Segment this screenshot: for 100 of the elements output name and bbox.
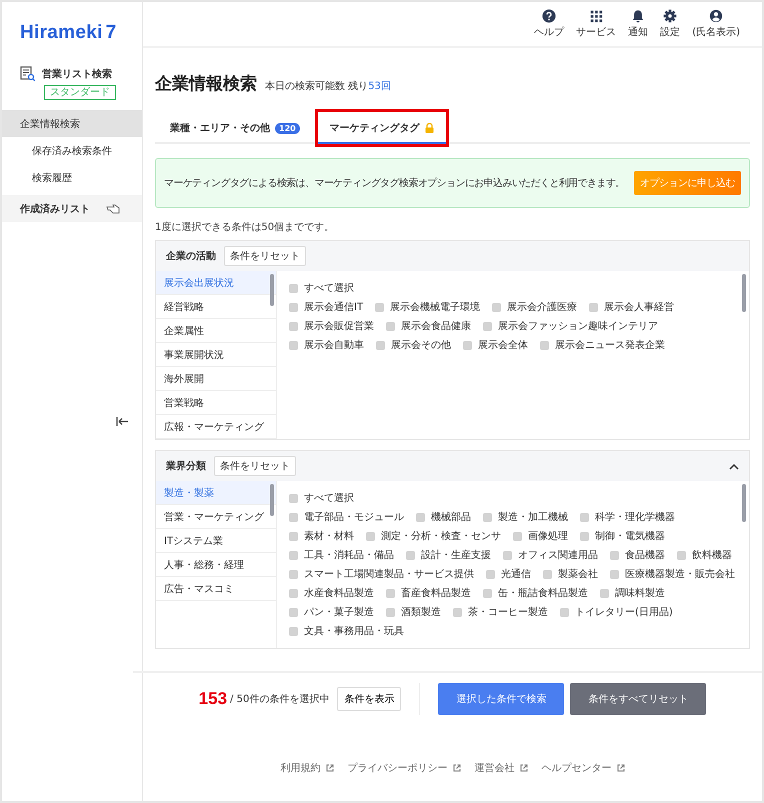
collapse-sidebar-icon[interactable] — [116, 417, 128, 426]
checkbox-option[interactable]: 酒類製造 — [386, 605, 441, 619]
checkbox[interactable] — [289, 588, 298, 598]
checkbox-option[interactable]: 展示会通信IT — [289, 300, 364, 314]
checkbox-option[interactable]: 製薬会社 — [543, 567, 598, 581]
checkbox-option[interactable]: 文具・事務用品・玩具 — [289, 624, 404, 638]
checkbox[interactable] — [453, 608, 462, 616]
checkbox[interactable] — [289, 340, 298, 350]
checkbox-option[interactable]: 展示会食品健康 — [386, 319, 471, 333]
header-action[interactable]: サービス — [576, 9, 616, 39]
checkbox[interactable] — [376, 340, 385, 350]
checkbox[interactable] — [386, 608, 395, 616]
scrollbar-thumb[interactable] — [742, 484, 746, 522]
checkbox-option[interactable]: すべて選択 — [289, 281, 354, 295]
checkbox[interactable] — [289, 608, 298, 616]
checkbox[interactable] — [289, 322, 298, 330]
checkbox-option[interactable]: 制御・電気機器 — [580, 529, 665, 543]
checkbox-option[interactable]: 電子部品・モジュール — [289, 510, 404, 524]
checkbox-option[interactable]: 素材・材料 — [289, 529, 354, 543]
checkbox[interactable] — [610, 550, 619, 560]
checkbox-option[interactable]: 畜産食料品製造 — [386, 586, 471, 600]
tab[interactable]: マーケティングタグ — [314, 109, 449, 147]
checkbox-option[interactable]: 光通信 — [486, 567, 531, 581]
checkbox[interactable] — [513, 532, 522, 540]
checkbox-option[interactable]: 茶・コーヒー製造 — [453, 605, 548, 619]
checkbox[interactable] — [289, 302, 298, 312]
category-item[interactable]: 製造・製薬 — [156, 481, 276, 505]
checkbox-option[interactable]: オフィス関連用品 — [503, 548, 598, 562]
sidebar-item[interactable]: 作成済みリスト — [2, 195, 142, 222]
checkbox[interactable] — [483, 512, 492, 522]
checkbox[interactable] — [289, 512, 298, 522]
header-action[interactable]: ヘルプ — [534, 9, 564, 39]
checkbox-option[interactable]: パン・菓子製造 — [289, 605, 374, 619]
checkbox[interactable] — [375, 302, 384, 312]
chevron-icon[interactable] — [729, 462, 739, 470]
checkbox[interactable] — [416, 512, 425, 522]
scrollbar-thumb[interactable] — [270, 274, 274, 306]
checkbox-option[interactable]: 展示会人事経営 — [589, 300, 674, 314]
checkbox[interactable] — [289, 494, 298, 502]
checkbox-option[interactable]: 調味料製造 — [600, 586, 665, 600]
scrollbar-thumb[interactable] — [270, 484, 274, 516]
checkbox-option[interactable]: 展示会その他 — [376, 338, 451, 352]
checkbox-option[interactable]: 飲料機器 — [677, 548, 732, 562]
sidebar-item[interactable]: 保存済み検索条件 — [2, 137, 142, 164]
sidebar-item[interactable]: 企業情報検索 — [2, 110, 142, 137]
checkbox-option[interactable]: 設計・生産支援 — [406, 548, 491, 562]
tab[interactable]: 業種・エリア・その他 120 — [155, 109, 315, 147]
checkbox[interactable] — [486, 570, 495, 578]
sidebar-item[interactable]: 検索履歴 — [2, 164, 142, 191]
checkbox-option[interactable]: 展示会機械電子環境 — [375, 300, 480, 314]
reset-button[interactable]: 条件をリセット — [214, 456, 296, 476]
checkbox-option[interactable]: 製造・加工機械 — [483, 510, 568, 524]
checkbox-option[interactable]: 展示会ニュース発表企業 — [540, 338, 665, 352]
checkbox[interactable] — [483, 322, 492, 330]
header-action[interactable]: 通知 — [628, 9, 648, 39]
checkbox[interactable] — [289, 626, 298, 636]
show-conditions-button[interactable]: 条件を表示 — [337, 687, 402, 711]
checkbox[interactable] — [289, 550, 298, 560]
checkbox[interactable] — [610, 570, 619, 578]
footer-link[interactable]: ヘルプセンター — [542, 761, 624, 775]
checkbox[interactable] — [560, 608, 569, 616]
checkbox-option[interactable]: すべて選択 — [289, 491, 354, 505]
checkbox-option[interactable]: 展示会全体 — [463, 338, 528, 352]
checkbox-option[interactable]: 科学・理化学機器 — [580, 510, 675, 524]
checkbox-option[interactable]: 工具・消耗品・備品 — [289, 548, 394, 562]
footer-link[interactable]: 運営会社 — [474, 761, 528, 775]
header-action[interactable]: (氏名表示) — [692, 9, 740, 39]
checkbox[interactable] — [289, 570, 298, 578]
header-action[interactable]: 設定 — [660, 9, 680, 39]
checkbox[interactable] — [600, 588, 609, 598]
checkbox[interactable] — [386, 588, 395, 598]
reset-all-button[interactable]: 条件をすべてリセット — [570, 683, 706, 715]
checkbox[interactable] — [386, 322, 395, 330]
checkbox[interactable] — [289, 532, 298, 540]
reset-button[interactable]: 条件をリセット — [224, 246, 306, 266]
checkbox-option[interactable]: 水産食料品製造 — [289, 586, 374, 600]
checkbox-option[interactable]: 機械部品 — [416, 510, 471, 524]
checkbox[interactable] — [540, 340, 549, 350]
checkbox-option[interactable]: トイレタリー(日用品) — [560, 605, 673, 619]
checkbox[interactable] — [366, 532, 375, 540]
footer-link[interactable]: 利用規約 — [280, 761, 334, 775]
checkbox[interactable] — [543, 570, 552, 578]
checkbox[interactable] — [483, 588, 492, 598]
scrollbar-thumb[interactable] — [742, 274, 746, 312]
checkbox[interactable] — [289, 284, 298, 292]
search-button[interactable]: 選択した条件で検索 — [438, 683, 564, 715]
checkbox-option[interactable]: 展示会自動車 — [289, 338, 364, 352]
checkbox[interactable] — [589, 302, 598, 312]
category-item[interactable]: 展示会出展状況 — [156, 271, 276, 295]
checkbox[interactable] — [463, 340, 472, 350]
checkbox-option[interactable]: 展示会販促営業 — [289, 319, 374, 333]
footer-link[interactable]: プライバシーポリシー — [348, 761, 460, 775]
checkbox[interactable] — [503, 550, 512, 560]
checkbox-option[interactable]: 缶・瓶詰食料品製造 — [483, 586, 588, 600]
checkbox[interactable] — [406, 550, 415, 560]
checkbox[interactable] — [580, 512, 589, 522]
checkbox-option[interactable]: 画像処理 — [513, 529, 568, 543]
checkbox[interactable] — [492, 302, 502, 312]
checkbox[interactable] — [580, 532, 589, 540]
checkbox-option[interactable]: 食品機器 — [610, 548, 665, 562]
